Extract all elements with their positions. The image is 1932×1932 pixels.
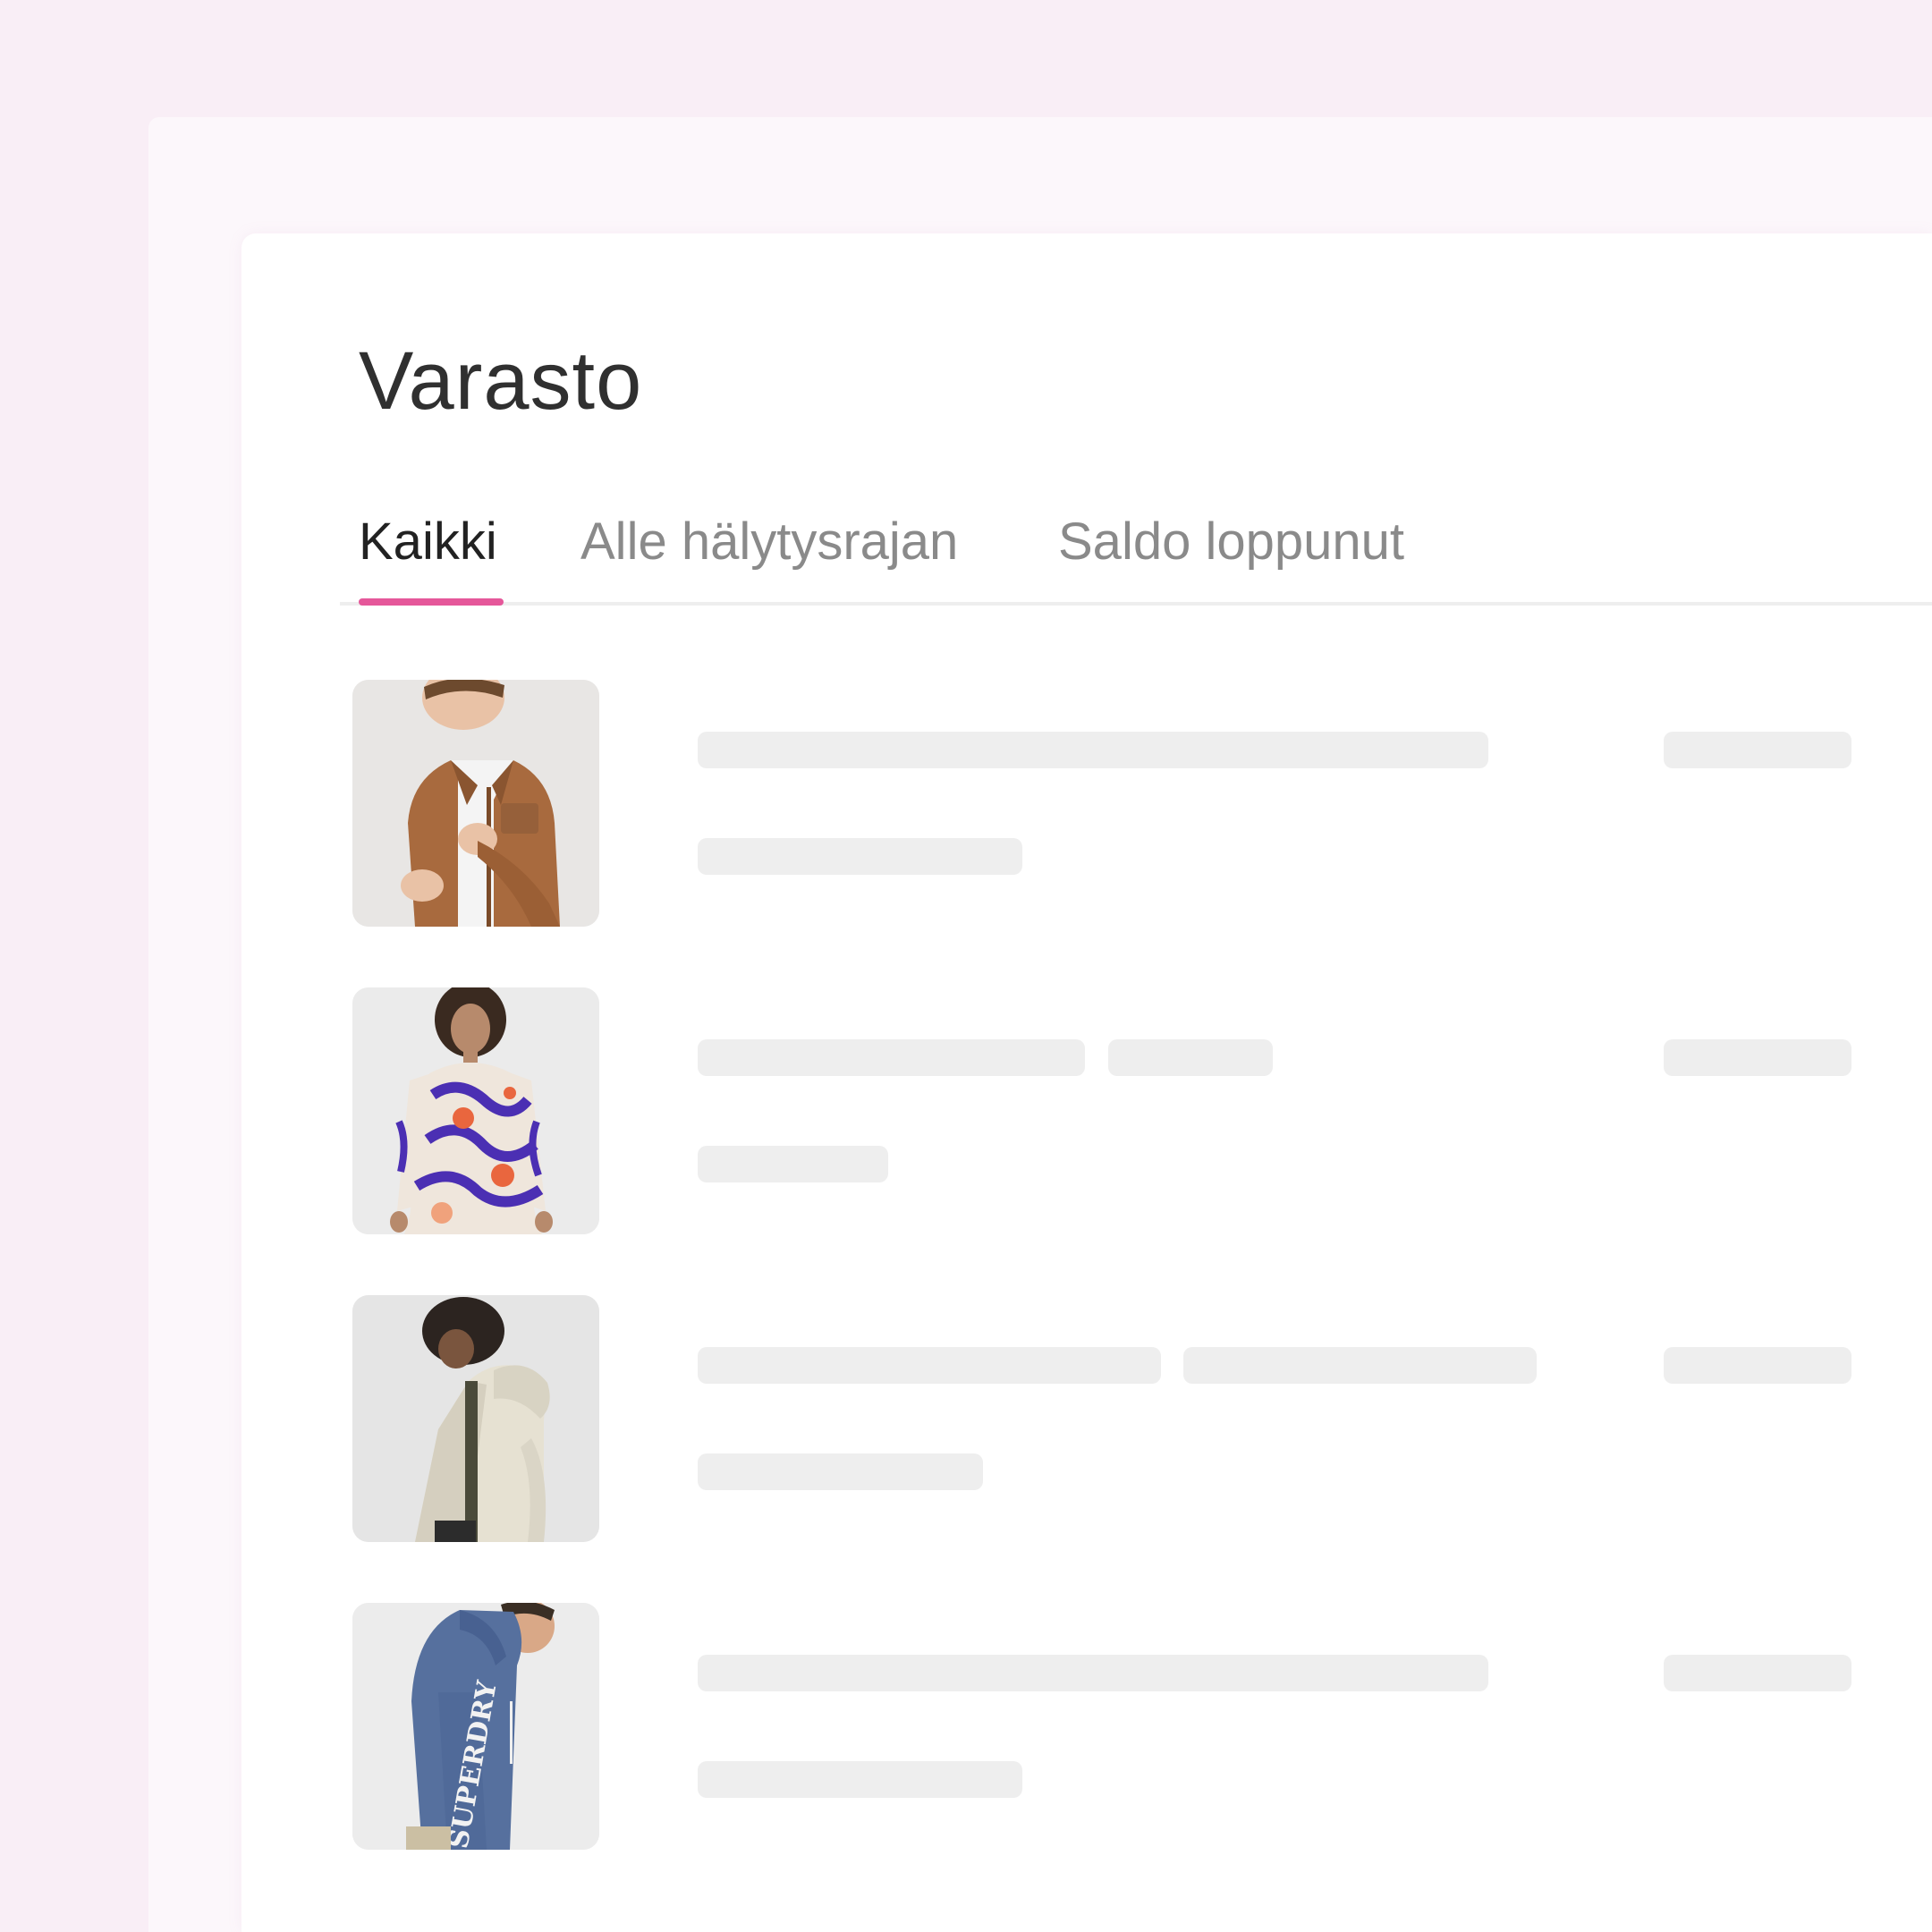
skeleton-stock-value — [1664, 732, 1852, 768]
tab-all[interactable]: Kaikki — [359, 511, 497, 573]
tab-bar: Kaikki Alle hälytysrajan Saldo loppunut — [340, 505, 1932, 607]
tab-out-of-stock[interactable]: Saldo loppunut — [1058, 511, 1404, 573]
skeleton-product-detail — [698, 1761, 1022, 1798]
cream-jacket-photo — [352, 1295, 599, 1542]
product-thumbnail-cream-jacket — [352, 1295, 599, 1542]
skeleton-product-detail — [698, 1453, 983, 1490]
page-title: Varasto — [359, 335, 643, 427]
skeleton-stock-value — [1664, 1655, 1852, 1691]
tab-divider — [340, 602, 1932, 606]
product-row[interactable] — [352, 1295, 1932, 1542]
product-row[interactable]: SUPERDRY — [352, 1603, 1932, 1850]
product-thumbnail-blue-hoodie: SUPERDRY — [352, 1603, 599, 1850]
blue-hoodie-photo: SUPERDRY — [352, 1603, 599, 1850]
skeleton-stock-value — [1664, 1039, 1852, 1076]
skeleton-product-name — [698, 1655, 1488, 1691]
skeleton-stock-value — [1664, 1347, 1852, 1384]
active-tab-indicator — [359, 598, 504, 606]
skeleton-product-variant — [1183, 1347, 1537, 1384]
patterned-dress-photo — [352, 987, 599, 1234]
product-row[interactable] — [352, 680, 1932, 927]
tab-below-alert-threshold[interactable]: Alle hälytysrajan — [580, 511, 958, 573]
skeleton-product-variant — [1108, 1039, 1273, 1076]
brown-jacket-photo — [352, 680, 599, 927]
product-thumbnail-brown-jacket — [352, 680, 599, 927]
skeleton-product-name — [698, 1039, 1085, 1076]
skeleton-product-detail — [698, 838, 1022, 875]
skeleton-product-name — [698, 1347, 1161, 1384]
skeleton-product-detail — [698, 1146, 888, 1182]
product-thumbnail-patterned-dress — [352, 987, 599, 1234]
skeleton-product-name — [698, 732, 1488, 768]
product-row[interactable] — [352, 987, 1932, 1234]
